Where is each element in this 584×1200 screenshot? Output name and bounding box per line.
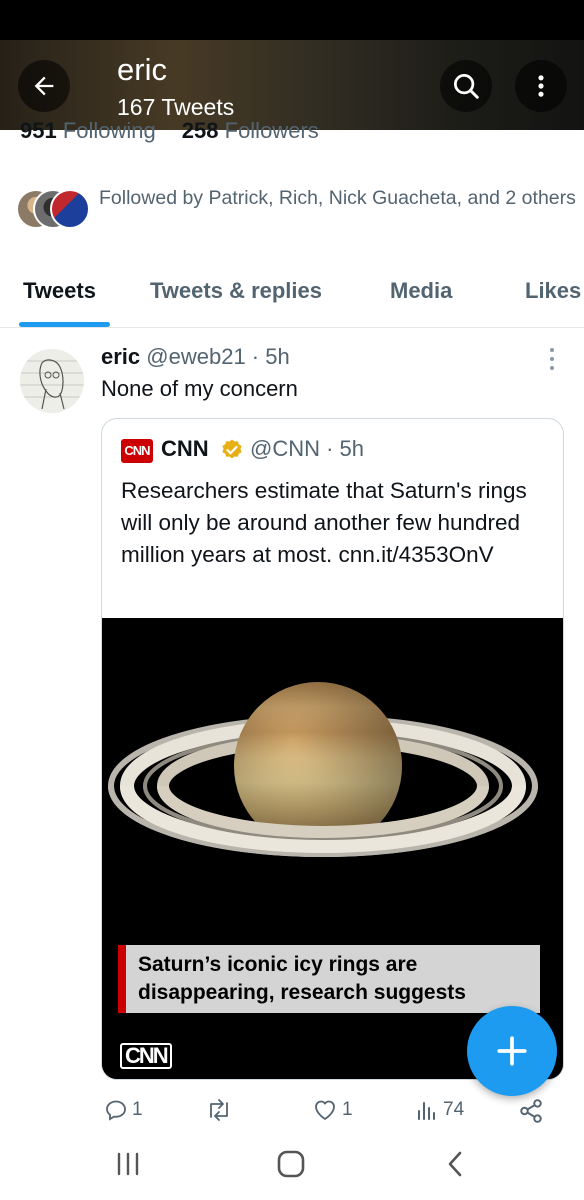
active-tab-indicator <box>19 322 110 327</box>
system-nav-bar <box>0 1130 584 1200</box>
tab-likes[interactable]: Likes <box>525 278 581 304</box>
status-bar <box>0 0 584 40</box>
tweet-more-button[interactable] <box>540 345 564 373</box>
quoted-author-name: CNN <box>161 436 209 461</box>
header-tweet-count: 167 Tweets <box>117 94 235 120</box>
profile-header: eric 167 Tweets <box>0 40 584 130</box>
like-button[interactable]: 1 <box>312 1098 353 1122</box>
tab-media[interactable]: Media <box>390 278 452 304</box>
system-back-button[interactable] <box>435 1146 475 1182</box>
followers-link[interactable]: 258 Followers <box>182 118 319 143</box>
following-link[interactable]: 951 Following <box>20 118 156 143</box>
followed-by-row[interactable]: Followed by Patrick, Rich, Nick Guacheta… <box>16 184 576 244</box>
profile-tabs: Tweets Tweets & replies Media Likes <box>0 270 584 328</box>
quoted-tweet-text: Researchers estimate that Saturn's rings… <box>121 478 527 567</box>
back-button[interactable] <box>18 60 70 112</box>
more-vertical-icon <box>538 75 544 97</box>
followers-avatar-stack <box>16 189 96 231</box>
heart-icon <box>315 1100 335 1120</box>
media-cnn-logo: CNN <box>120 1043 172 1069</box>
plus-icon <box>497 1036 527 1066</box>
tweet-handle-time: @eweb21 · 5h <box>146 344 290 369</box>
retweet-button[interactable] <box>205 1098 237 1122</box>
like-count: 1 <box>342 1099 353 1120</box>
followers-count: 258 <box>181 118 219 143</box>
cnn-logo: CNN <box>121 439 153 463</box>
home-button[interactable] <box>271 1146 311 1182</box>
tweet-author-avatar[interactable] <box>20 349 84 413</box>
more-button[interactable] <box>515 60 567 112</box>
followed-by-text: Followed by Patrick, Rich, Nick Guacheta… <box>99 187 576 209</box>
quoted-handle-time: @CNN · 5h <box>250 436 365 461</box>
reply-button[interactable]: 1 <box>104 1098 143 1122</box>
tweet-header: eric @eweb21 · 5h <box>101 344 290 370</box>
reply-icon <box>106 1100 126 1121</box>
compose-tweet-button[interactable] <box>467 1006 557 1096</box>
header-name: eric <box>117 52 167 87</box>
following-count: 951 <box>20 118 57 143</box>
tweet-text: None of my concern <box>101 376 298 401</box>
verified-badge-icon <box>222 439 242 459</box>
chevron-left-icon <box>448 1151 462 1177</box>
search-icon <box>454 74 479 99</box>
recent-apps-icon <box>117 1152 139 1176</box>
tab-tweets[interactable]: Tweets <box>23 278 96 304</box>
share-icon <box>520 1099 542 1123</box>
arrow-left-icon <box>34 76 54 96</box>
views-button[interactable]: 74 <box>415 1098 464 1122</box>
reply-count: 1 <box>132 1099 143 1120</box>
tweet-author-name[interactable]: eric <box>101 344 140 369</box>
share-button[interactable] <box>518 1098 544 1124</box>
tab-tweets-replies[interactable]: Tweets & replies <box>150 278 322 304</box>
follow-stats: 951 Following 258 Followers <box>20 118 319 144</box>
retweet-icon <box>210 1099 228 1121</box>
tweet-actions: 1 1 74 <box>0 1096 584 1130</box>
following-label: Following <box>62 118 156 143</box>
media-caption: Saturn’s iconic icy rings are disappeari… <box>138 953 466 1004</box>
more-vertical-icon <box>550 348 554 370</box>
home-icon <box>277 1150 305 1178</box>
view-count: 74 <box>443 1099 465 1120</box>
followers-label: Followers <box>224 118 319 143</box>
quoted-tweet-card[interactable]: CNN CNN @CNN · 5h Researchers estimate t… <box>101 418 564 1080</box>
media-caption-box: Saturn’s iconic icy rings are disappeari… <box>118 945 540 1013</box>
search-button[interactable] <box>440 60 492 112</box>
views-chart-icon <box>418 1102 435 1120</box>
avatar <box>50 189 90 229</box>
recent-apps-button[interactable] <box>108 1146 148 1182</box>
